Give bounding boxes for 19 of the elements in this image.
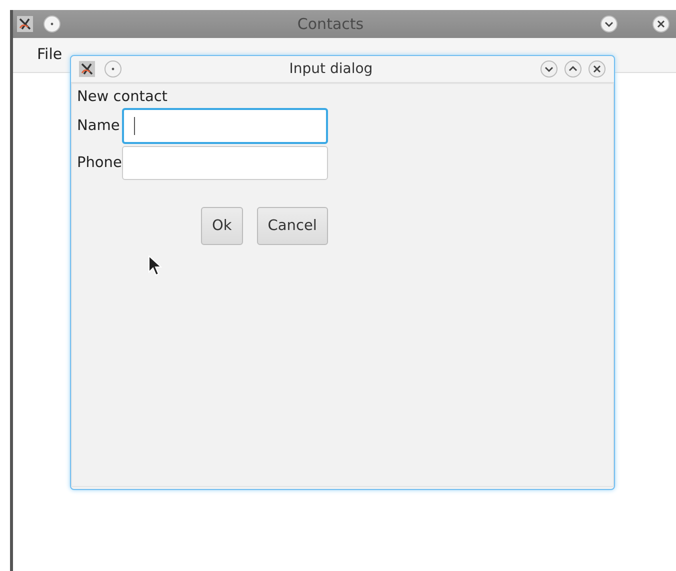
minimize-icon[interactable] <box>600 15 618 33</box>
window-menu-icon[interactable] <box>43 15 61 33</box>
window-title: Contacts <box>296 15 365 33</box>
cursor-icon <box>148 255 162 277</box>
dialog-button[interactable]: Cancel <box>256 207 328 245</box>
menu-item[interactable]: File <box>37 45 62 63</box>
dialog-heading: New contact <box>77 89 168 105</box>
close-icon[interactable] <box>588 60 606 78</box>
maximize-icon[interactable] <box>564 60 582 78</box>
app-logo-icon <box>17 16 33 32</box>
minimize-icon[interactable] <box>540 60 558 78</box>
app-logo-icon <box>79 61 95 77</box>
input-field[interactable] <box>122 108 328 144</box>
close-icon[interactable] <box>652 15 670 33</box>
input-field[interactable] <box>122 146 328 180</box>
field-label: Phone <box>77 155 122 171</box>
dialog-title: Input dialog <box>288 61 374 77</box>
field-label: Name <box>77 118 121 134</box>
dialog-button[interactable]: Ok <box>200 207 243 245</box>
